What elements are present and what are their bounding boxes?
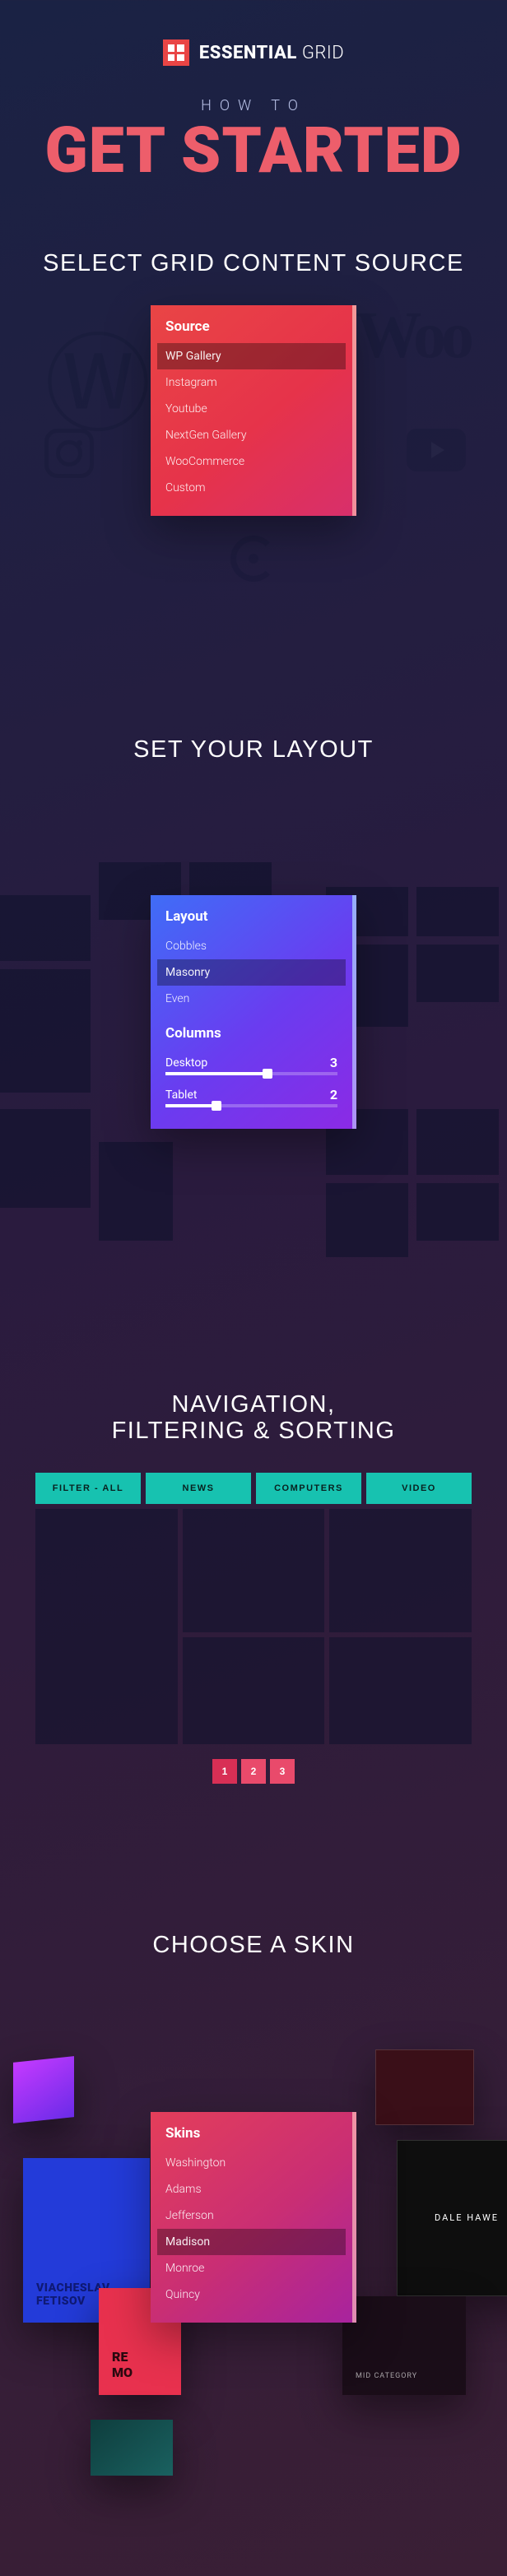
filter-heading-line2: FILTERING & SORTING bbox=[112, 1418, 396, 1444]
filter-heading-line1: NAVIGATION, bbox=[171, 1391, 335, 1418]
hero: HOW TO GET STARTED bbox=[0, 89, 507, 230]
bg-tile bbox=[326, 1183, 408, 1257]
youtube-icon bbox=[407, 429, 466, 471]
source-item-instagram[interactable]: Instagram bbox=[157, 369, 346, 396]
layout-item-even[interactable]: Even bbox=[157, 986, 346, 1012]
columns-value-tablet: 2 bbox=[330, 1087, 337, 1102]
source-panel: Source WP Gallery Instagram Youtube Next… bbox=[151, 305, 356, 516]
hero-title: GET STARTED bbox=[0, 121, 507, 181]
skins-list: Washington Adams Jefferson Madison Monro… bbox=[165, 2150, 337, 2308]
hero-kicker: HOW TO bbox=[0, 97, 507, 114]
section-source-heading: SELECT GRID CONTENT SOURCE bbox=[0, 250, 507, 277]
bg-tile bbox=[0, 1109, 91, 1208]
source-item-custom[interactable]: Custom bbox=[157, 475, 346, 501]
skin-item-madison[interactable]: Madison bbox=[157, 2229, 346, 2255]
skin-card-black-title: DALE HAWE bbox=[435, 2212, 499, 2223]
grid-cell bbox=[183, 1509, 325, 1632]
page-3-button[interactable]: 3 bbox=[270, 1759, 295, 1784]
filter-grid bbox=[35, 1509, 472, 1744]
skin-item-jefferson[interactable]: Jefferson bbox=[157, 2202, 346, 2229]
skin-item-washington[interactable]: Washington bbox=[157, 2150, 346, 2176]
skin-item-monroe[interactable]: Monroe bbox=[157, 2255, 346, 2281]
section-filter-heading: NAVIGATION, FILTERING & SORTING bbox=[0, 1392, 507, 1445]
filter-tab-video[interactable]: VIDEO bbox=[366, 1473, 472, 1504]
skin-card-top-right bbox=[375, 2049, 474, 2125]
section-layout-heading: SET YOUR LAYOUT bbox=[0, 736, 507, 764]
layout-panel-title: Layout bbox=[165, 908, 337, 925]
brand-name-light: GRID bbox=[302, 43, 344, 63]
bg-tile bbox=[416, 1109, 499, 1175]
columns-label-desktop: Desktop bbox=[165, 1056, 207, 1070]
bg-tile bbox=[416, 945, 499, 1002]
source-item-wpgallery[interactable]: WP Gallery bbox=[157, 343, 346, 369]
bg-tile bbox=[416, 1183, 499, 1241]
woocommerce-icon: Woo bbox=[356, 299, 469, 374]
page-2-button[interactable]: 2 bbox=[241, 1759, 266, 1784]
grid-cell bbox=[183, 1637, 325, 1744]
brand-name-bold: ESSENTIAL bbox=[199, 43, 297, 63]
skin-card-red-l1: RE bbox=[112, 2349, 128, 2365]
source-panel-title: Source bbox=[165, 318, 337, 335]
bg-tile bbox=[0, 969, 91, 1093]
columns-slider-tablet[interactable] bbox=[165, 1104, 337, 1107]
skin-card-teal bbox=[91, 2420, 173, 2476]
columns-slider-desktop[interactable] bbox=[165, 1072, 337, 1075]
columns-row-desktop: Desktop 3 bbox=[165, 1050, 337, 1072]
section-layout: Layout Cobbles Masonry Even Columns Desk… bbox=[0, 862, 507, 1274]
section-skins-heading: CHOOSE A SKIN bbox=[0, 1932, 507, 1959]
skins-panel: Skins Washington Adams Jefferson Madison… bbox=[151, 2112, 356, 2323]
filter-tab-computers[interactable]: COMPUTERS bbox=[256, 1473, 361, 1504]
filter-tab-all[interactable]: FILTER - ALL bbox=[35, 1473, 141, 1504]
skin-card-purple bbox=[13, 2056, 74, 2123]
filter-tabs: FILTER - ALL NEWS COMPUTERS VIDEO bbox=[35, 1473, 472, 1504]
source-list: WP Gallery Instagram Youtube NextGen Gal… bbox=[165, 343, 337, 501]
pagination: 1 2 3 bbox=[35, 1759, 472, 1784]
section-source: Ⓦ Woo Source WP Gallery Instagram Youtub… bbox=[0, 305, 507, 618]
grid-cell bbox=[329, 1637, 472, 1744]
columns-value-desktop: 3 bbox=[330, 1055, 337, 1070]
page-1-button[interactable]: 1 bbox=[212, 1759, 237, 1784]
section-skins: VIACHESLAV FETISOV REMO DALE HAWE MID CA… bbox=[0, 2082, 507, 2477]
brand-logo: ESSENTIAL GRID bbox=[0, 0, 507, 89]
skin-card-black: DALE HAWE bbox=[397, 2140, 507, 2296]
grid-cell bbox=[35, 1509, 178, 1744]
skin-item-quincy[interactable]: Quincy bbox=[157, 2281, 346, 2308]
section-filter: FILTER - ALL NEWS COMPUTERS VIDEO 1 2 3 bbox=[35, 1473, 472, 1784]
columns-row-tablet: Tablet 2 bbox=[165, 1082, 337, 1104]
skin-card-red-l2: MO bbox=[112, 2365, 133, 2380]
brand-mark-icon bbox=[163, 39, 189, 66]
bg-tile bbox=[99, 1142, 173, 1241]
brand-name: ESSENTIAL GRID bbox=[199, 43, 344, 63]
source-item-nextgen[interactable]: NextGen Gallery bbox=[157, 422, 346, 448]
columns-panel-title: Columns bbox=[165, 1025, 337, 1042]
bg-tile bbox=[416, 887, 499, 936]
source-item-youtube[interactable]: Youtube bbox=[157, 396, 346, 422]
layout-item-masonry[interactable]: Masonry bbox=[157, 959, 346, 986]
layout-panel: Layout Cobbles Masonry Even Columns Desk… bbox=[151, 895, 356, 1129]
skin-card-dark-tag: MID CATEGORY bbox=[356, 2372, 453, 2380]
skin-card-dark: MID CATEGORY bbox=[342, 2296, 466, 2395]
nextgen-icon bbox=[230, 536, 277, 582]
instagram-icon bbox=[44, 429, 94, 478]
layout-item-cobbles[interactable]: Cobbles bbox=[157, 933, 346, 959]
layout-list: Cobbles Masonry Even bbox=[165, 933, 337, 1012]
columns-label-tablet: Tablet bbox=[165, 1088, 197, 1102]
skins-panel-title: Skins bbox=[165, 2125, 337, 2142]
bg-tile bbox=[0, 895, 91, 961]
source-item-woocommerce[interactable]: WooCommerce bbox=[157, 448, 346, 475]
filter-tab-news[interactable]: NEWS bbox=[146, 1473, 251, 1504]
skin-item-adams[interactable]: Adams bbox=[157, 2176, 346, 2202]
grid-cell bbox=[329, 1509, 472, 1632]
